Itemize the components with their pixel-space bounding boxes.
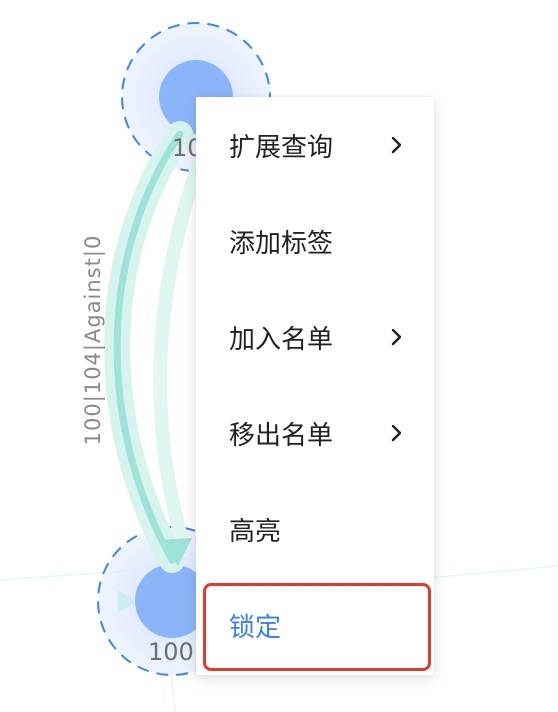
menu-item-label: 加入名单 bbox=[229, 324, 334, 355]
edge-label: 100|104|Against|0 bbox=[81, 234, 105, 446]
menu-item-remove-from-list[interactable]: 移出名单 bbox=[196, 385, 434, 481]
menu-item-add-to-list[interactable]: 加入名单 bbox=[196, 289, 434, 385]
chevron-right-icon bbox=[391, 136, 402, 154]
highlight-box bbox=[203, 583, 431, 671]
menu-item-label: 高亮 bbox=[229, 516, 282, 547]
menu-item-label: 移出名单 bbox=[229, 420, 334, 451]
chevron-right-icon bbox=[391, 424, 402, 442]
menu-item-expand-query[interactable]: 扩展查询 bbox=[196, 97, 434, 193]
chevron-right-icon bbox=[391, 328, 402, 346]
menu-item-label: 扩展查询 bbox=[229, 132, 334, 163]
menu-item-add-tag[interactable]: 添加标签 bbox=[196, 193, 434, 289]
menu-item-label: 添加标签 bbox=[229, 228, 334, 259]
menu-item-highlight[interactable]: 高亮 bbox=[196, 481, 434, 577]
node-label-bottom: 100 bbox=[148, 638, 194, 666]
